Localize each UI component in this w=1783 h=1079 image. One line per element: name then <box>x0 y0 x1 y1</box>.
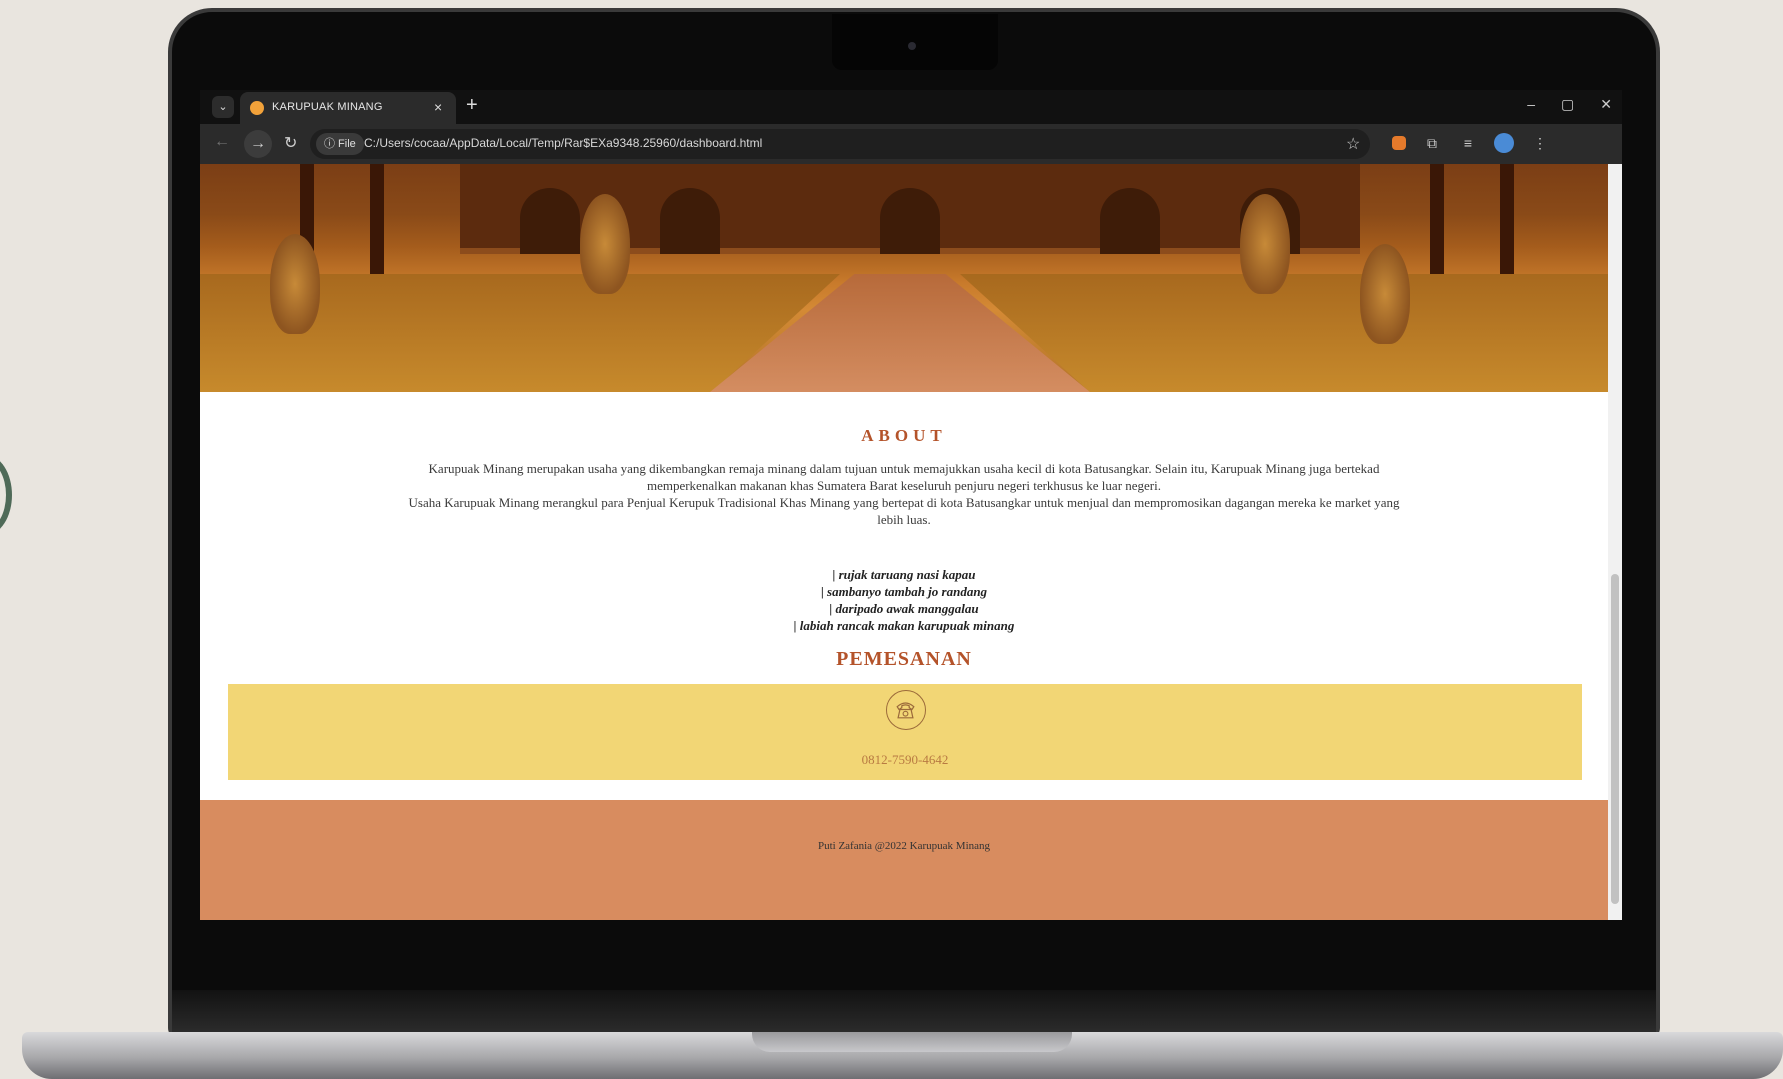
about-heading: ABOUT <box>861 426 947 445</box>
scrollbar-thumb[interactable] <box>1611 574 1619 904</box>
order-contact-box: 0812-7590-4642 <box>228 684 1582 780</box>
footer: Puti Zafania @2022 Karupuak Minang <box>200 800 1608 920</box>
laptop-notch <box>832 14 998 70</box>
pantun-line: | rujak taruang nasi kapau <box>832 567 976 582</box>
pantun-line: | sambanyo tambah jo randang <box>820 584 988 599</box>
address-bar[interactable]: ⓘ File C:/Users/cocaa/AppData/Local/Temp… <box>310 129 1370 159</box>
favicon-icon <box>250 101 264 115</box>
background-ring-decoration <box>0 455 12 535</box>
pantun-line: | labiah rancak makan karupuak minang <box>793 618 1015 633</box>
pantun-line: | daripado awak manggalau <box>829 601 979 616</box>
tab-search-button[interactable]: ⌄ <box>212 96 234 118</box>
laptop-bezel-bottom <box>172 990 1656 1032</box>
new-tab-button[interactable]: + <box>466 94 478 117</box>
page-scrollbar[interactable] <box>1608 164 1622 920</box>
maximize-button[interactable]: ▢ <box>1561 96 1574 113</box>
hero-pillar <box>1500 164 1514 274</box>
browser-toolbar: ← → ↻ ⓘ File C:/Users/cocaa/AppData/Loca… <box>200 124 1622 164</box>
browser-tab-bar: ⌄ KARUPUAK MINANG × + – ▢ ✕ <box>200 90 1622 124</box>
browser-tab-active[interactable]: KARUPUAK MINANG × <box>240 92 456 124</box>
tab-title: KARUPUAK MINANG <box>272 101 383 113</box>
back-arrow-icon[interactable]: ← <box>214 133 230 151</box>
order-heading: PEMESANAN <box>836 648 972 670</box>
hero-pillar <box>370 164 384 274</box>
bookmark-star-icon[interactable]: ☆ <box>1346 134 1360 154</box>
laptop-screen: ⌄ KARUPUAK MINANG × + – ▢ ✕ ← → ↻ ⓘ File… <box>200 90 1622 920</box>
about-paragraph: Usaha Karupuak Minang merangkul para Pen… <box>408 495 1400 527</box>
forward-arrow-icon[interactable]: → <box>244 130 272 158</box>
browser-menu-icon[interactable]: ⋮ <box>1530 133 1550 153</box>
hero-arch <box>520 188 580 254</box>
hero-arch <box>880 188 940 254</box>
url-text[interactable]: C:/Users/cocaa/AppData/Local/Temp/Rar$EX… <box>364 136 762 150</box>
hero-pillar <box>1430 164 1444 274</box>
hero-tree <box>580 194 630 294</box>
extensions-puzzle-icon[interactable]: ⧉ <box>1422 133 1442 153</box>
telephone-icon[interactable] <box>886 690 926 730</box>
extension-icons: ⧉ ≡ ⋮ <box>1392 133 1550 153</box>
about-paragraph: Karupuak Minang merupakan usaha yang dik… <box>428 461 1380 493</box>
phone-number[interactable]: 0812-7590-4642 <box>228 752 1582 768</box>
hero-tree <box>270 234 320 334</box>
camera-icon <box>908 42 916 50</box>
hero-arch <box>660 188 720 254</box>
web-page: ABOUT Karupuak Minang merupakan usaha ya… <box>200 164 1608 920</box>
footer-text: Puti Zafania @2022 Karupuak Minang <box>817 840 991 852</box>
hero-image <box>200 164 1608 392</box>
reload-icon[interactable]: ↻ <box>284 133 297 153</box>
page-viewport: ABOUT Karupuak Minang merupakan usaha ya… <box>200 164 1622 920</box>
hero-arch <box>1100 188 1160 254</box>
site-info-chip[interactable]: ⓘ File <box>316 133 364 155</box>
window-controls: – ▢ ✕ <box>1527 96 1612 113</box>
close-window-button[interactable]: ✕ <box>1600 96 1612 113</box>
tab-close-icon[interactable]: × <box>434 99 442 115</box>
profile-avatar-icon[interactable] <box>1494 133 1514 153</box>
about-text: Karupuak Minang merupakan usaha yang dik… <box>400 460 1408 528</box>
media-controls-icon[interactable]: ≡ <box>1458 133 1478 153</box>
laptop-base-groove <box>752 1032 1072 1052</box>
hero-tree <box>1360 244 1410 344</box>
hero-tree <box>1240 194 1290 294</box>
metamask-extension-icon[interactable] <box>1392 136 1406 150</box>
pantun-verse: | rujak taruang nasi kapau | sambanyo ta… <box>200 566 1608 634</box>
minimize-button[interactable]: – <box>1527 96 1535 113</box>
